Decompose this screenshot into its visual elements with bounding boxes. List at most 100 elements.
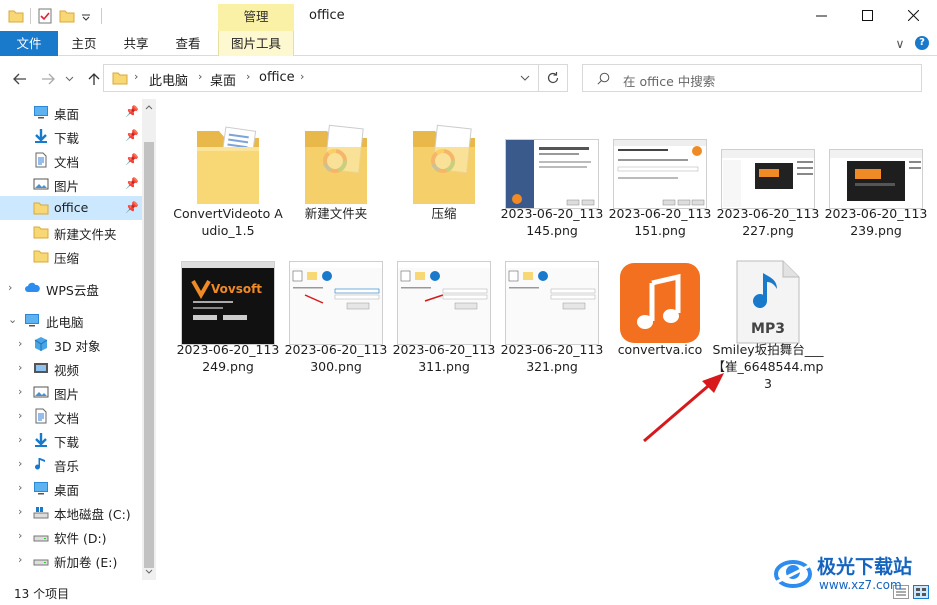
document-icon (35, 408, 47, 424)
sidebar-item-drive-c[interactable]: › 本地磁盘 (C:) (0, 500, 140, 524)
sidebar-item-downloads[interactable]: 下载 📌 (0, 124, 140, 148)
chevron-right-icon[interactable]: › (18, 433, 28, 447)
file-thumbnail (608, 249, 712, 345)
sidebar-item-new-folder[interactable]: 新建文件夹 (0, 220, 140, 244)
file-item[interactable]: Vovsoft 2023-06-20_113 249.png (176, 249, 280, 379)
sidebar-item-label: 此电脑 (46, 315, 84, 330)
back-button[interactable] (10, 69, 30, 89)
chevron-down-icon[interactable]: ⌄ (8, 313, 18, 327)
file-item[interactable]: MP3 Smiley坂拍舞台___【崔_6648544.mp3 (712, 249, 824, 391)
up-button[interactable] (84, 69, 104, 89)
breadcrumb-desktop[interactable]: 桌面 (210, 70, 236, 89)
address-bar[interactable]: › 此电脑 › 桌面 › office › (103, 64, 539, 92)
file-item[interactable]: 2023-06-20_113 321.png (500, 249, 604, 379)
ribbon-expand-button[interactable]: ∨ (890, 31, 910, 56)
sidebar-item-wps-cloud[interactable]: › WPS云盘 (0, 276, 140, 300)
sidebar-item-3d-objects[interactable]: › 3D 对象 (0, 332, 140, 356)
file-item[interactable]: 2023-06-20_113 300.png (284, 249, 388, 379)
file-item[interactable]: 2023-06-20_113 145.png (500, 113, 604, 243)
sidebar-item-label: 桌面 (54, 483, 80, 498)
chevron-right-icon[interactable]: › (18, 361, 28, 375)
vovsoft-logo-text: Vovsoft (211, 282, 262, 296)
watermark: 极光下载站 www.xz7.com (773, 550, 933, 598)
sidebar-item-label: WPS云盘 (46, 283, 99, 298)
breadcrumb-office[interactable]: office (259, 70, 295, 85)
sidebar-item-documents-pc[interactable]: › 文档 (0, 404, 140, 428)
sidebar-item-desktop-pc[interactable]: › 桌面 (0, 476, 140, 500)
tab-home[interactable]: 主页 (62, 31, 106, 56)
folder-icon (413, 124, 475, 204)
pin-icon: 📌 (125, 129, 139, 142)
sidebar-item-label: 图片 (54, 387, 80, 402)
file-item[interactable]: 2023-06-20_113 227.png (716, 113, 820, 243)
arrow-left-icon (13, 73, 26, 85)
tab-picture-tools[interactable]: 图片工具 (218, 31, 294, 56)
sidebar-item-this-pc[interactable]: ⌄ 此电脑 (0, 308, 140, 332)
properties-check-icon[interactable] (37, 8, 53, 24)
file-item[interactable]: convertva.ico (608, 249, 712, 379)
file-thumbnail: MP3 (716, 249, 820, 345)
sidebar-item-office[interactable]: office 📌 (0, 196, 142, 220)
chevron-right-icon[interactable]: › (18, 529, 28, 543)
close-button[interactable] (890, 0, 936, 31)
chevron-right-icon[interactable]: › (8, 281, 18, 295)
pictures-icon (33, 386, 49, 398)
tab-file[interactable]: 文件 (0, 31, 58, 56)
file-item[interactable]: 2023-06-20_113 239.png (824, 113, 928, 243)
sidebar-item-compress[interactable]: 压缩 (0, 244, 140, 268)
search-box[interactable]: 在 office 中搜索 (582, 64, 922, 92)
scroll-up-icon[interactable] (145, 104, 153, 110)
chevron-right-icon[interactable]: › (18, 505, 28, 519)
chevron-right-icon[interactable]: › (18, 409, 28, 423)
sidebar-item-pictures[interactable]: 图片 📌 (0, 172, 140, 196)
minimize-button[interactable] (798, 0, 844, 31)
chevron-right-icon[interactable]: › (18, 481, 28, 495)
sidebar-item-music[interactable]: › 音乐 (0, 452, 140, 476)
maximize-icon (861, 10, 873, 21)
help-icon: ? (915, 36, 929, 50)
customize-dropdown-icon[interactable] (81, 8, 91, 24)
maximize-button[interactable] (844, 0, 890, 31)
file-name: 2023-06-20_113 151.png (608, 206, 712, 238)
folder-icon[interactable] (8, 8, 24, 24)
file-item[interactable]: 新建文件夹 (284, 113, 388, 243)
sidebar-item-drive-e[interactable]: › 新加卷 (E:) (0, 548, 140, 572)
breadcrumb-separator[interactable]: › (300, 70, 304, 83)
sidebar-item-documents[interactable]: 文档 📌 (0, 148, 140, 172)
arrow-up-icon (88, 73, 100, 85)
search-input[interactable]: 在 office 中搜索 (623, 71, 715, 90)
sidebar-item-label: 音乐 (54, 459, 80, 474)
tab-view[interactable]: 查看 (166, 31, 210, 56)
breadcrumb-separator[interactable]: › (246, 70, 250, 83)
folder-icon (33, 226, 49, 239)
sidebar-item-pictures-pc[interactable]: › 图片 (0, 380, 140, 404)
chevron-right-icon[interactable]: › (18, 457, 28, 471)
new-folder-icon[interactable] (59, 8, 75, 24)
chevron-right-icon[interactable]: › (18, 337, 28, 351)
sidebar-item-downloads-pc[interactable]: › 下载 (0, 428, 140, 452)
breadcrumb-this-pc[interactable]: 此电脑 (149, 70, 188, 89)
forward-button[interactable] (38, 69, 58, 89)
sidebar-item-drive-d[interactable]: › 软件 (D:) (0, 524, 140, 548)
recent-locations-button[interactable] (62, 69, 76, 89)
file-item[interactable]: 2023-06-20_113 311.png (392, 249, 496, 379)
chevron-down-icon (65, 76, 73, 82)
tab-share[interactable]: 共享 (114, 31, 158, 56)
folder-icon (33, 202, 49, 215)
address-history-dropdown-icon[interactable] (520, 75, 530, 82)
sidebar-item-videos[interactable]: › 视频 (0, 356, 140, 380)
scrollbar-thumb[interactable] (144, 142, 154, 568)
chevron-right-icon[interactable]: › (18, 385, 28, 399)
file-item[interactable]: 2023-06-20_113 151.png (608, 113, 712, 243)
sidebar-item-label: 3D 对象 (54, 339, 101, 354)
scroll-down-icon[interactable] (145, 569, 153, 575)
file-item[interactable]: 压缩 (392, 113, 496, 243)
chevron-right-icon[interactable]: › (18, 553, 28, 567)
file-item[interactable]: ConvertVideoto Audio_1.5 (173, 113, 283, 243)
desktop-icon (34, 106, 48, 119)
breadcrumb-separator[interactable]: › (198, 70, 202, 83)
refresh-button[interactable] (538, 64, 568, 92)
screenshot-thumbnail (829, 149, 923, 209)
close-icon (907, 10, 919, 21)
sidebar-item-desktop[interactable]: 桌面 📌 (0, 100, 140, 124)
